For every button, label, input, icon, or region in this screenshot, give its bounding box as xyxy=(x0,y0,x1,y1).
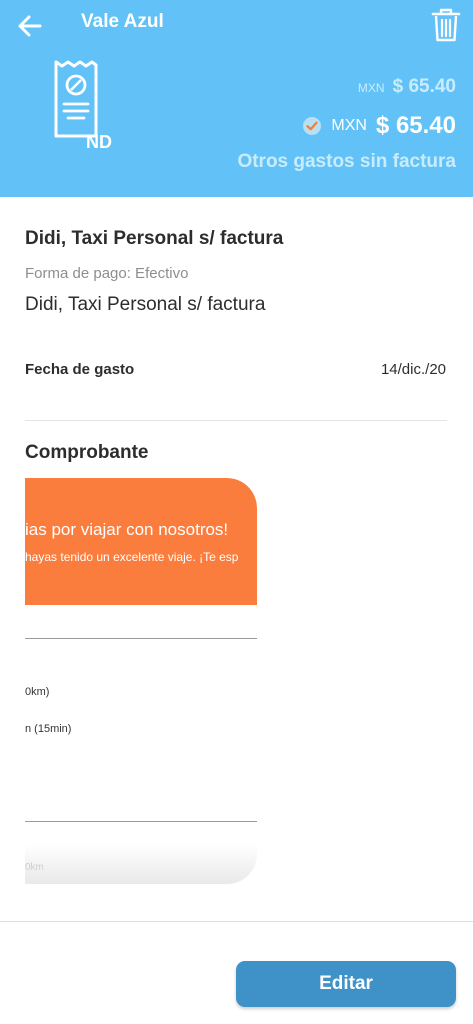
receipt-distance: 0km) xyxy=(25,686,50,698)
approved-currency: MXN xyxy=(331,117,367,134)
approved-value: $ 65.40 xyxy=(375,112,456,139)
receipt-fade xyxy=(25,844,257,884)
date-value: 14/dic./20 xyxy=(380,361,446,378)
check-circle-icon xyxy=(303,117,322,135)
receipt-heading: Comprobante xyxy=(25,442,149,463)
delete-button[interactable] xyxy=(430,8,462,42)
original-value: $ 65.40 xyxy=(392,76,456,97)
payment-method: Forma de pago: Efectivo xyxy=(25,265,189,282)
edit-button[interactable]: Editar xyxy=(236,961,456,1007)
trash-icon xyxy=(431,8,461,42)
divider xyxy=(25,420,447,421)
receipt-divider xyxy=(25,638,257,639)
concept-title: Didi, Taxi Personal s/ factura xyxy=(25,228,284,249)
receipt-no-invoice-icon: ND xyxy=(50,58,116,152)
footer-divider xyxy=(0,921,473,922)
receipt-duration: n (15min) xyxy=(25,723,72,735)
concept-description: Didi, Taxi Personal s/ factura xyxy=(25,294,266,315)
receipt-divider xyxy=(25,821,257,822)
back-button[interactable] xyxy=(14,10,46,42)
receipt-banner-title: ias por viajar con nosotros! xyxy=(25,520,229,539)
receipt-badge: ND xyxy=(86,132,112,152)
receipt-image[interactable]: ias por viajar con nosotros! hayas tenid… xyxy=(25,478,257,884)
expense-category: Otros gastos sin factura xyxy=(237,151,456,172)
receipt-banner: ias por viajar con nosotros! hayas tenid… xyxy=(25,478,257,605)
expense-header: Vale Azul ND MXN $ 65.40 MXN $ 65.40 Otr… xyxy=(0,0,473,197)
receipt-banner-subtitle: hayas tenido un excelente viaje. ¡Te esp xyxy=(25,550,239,564)
approved-amount: MXN $ 65.40 xyxy=(302,112,456,140)
arrow-left-icon xyxy=(18,15,42,37)
date-label: Fecha de gasto xyxy=(25,361,135,378)
original-currency: MXN xyxy=(357,81,385,95)
original-amount: MXN $ 65.40 xyxy=(358,76,456,98)
page-title: Vale Azul xyxy=(81,11,164,32)
